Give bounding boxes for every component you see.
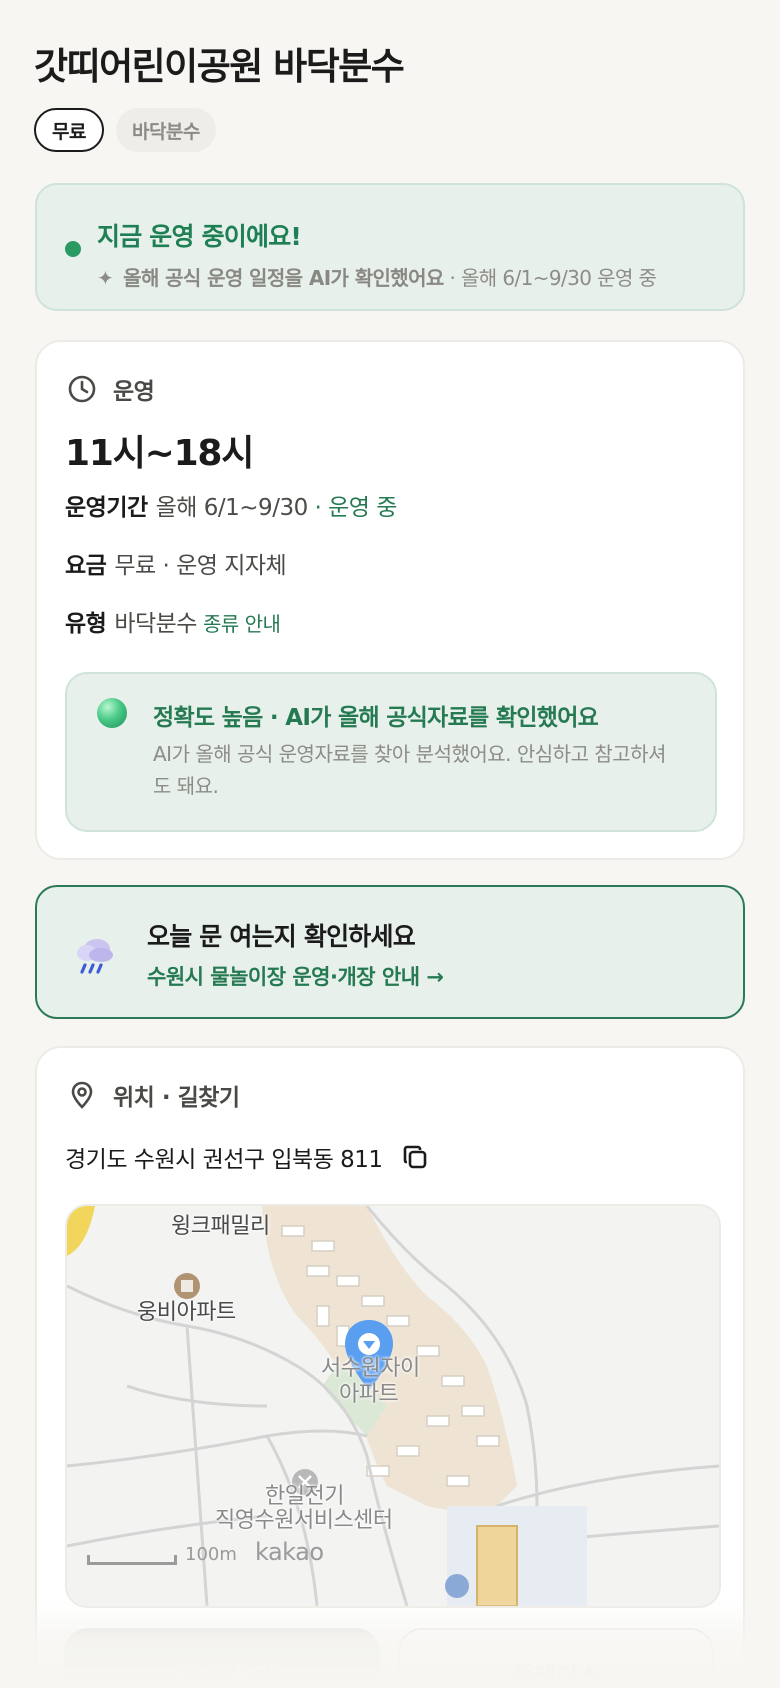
map-label-service: 직영수원서비스센터 (215, 1508, 393, 1533)
place-button-label: 플레이스 (511, 1661, 601, 1688)
map-label-woongbi: 웅비아파트 (137, 1300, 236, 1325)
fee-label: 요금 (65, 553, 107, 579)
period-row: 운영기간 올해 6/1~9/30 · 운영 중 (65, 488, 397, 522)
accuracy-box: 정확도 높음 · AI가 올해 공식자료를 확인했어요 AI가 올해 공식 운영… (65, 672, 717, 832)
route-button-label: 길찾기 (208, 1661, 276, 1688)
place-button[interactable]: 플레이스 (398, 1628, 714, 1688)
status-title: 지금 운영 중이에요! (97, 222, 302, 251)
status-sub-rest: · 올해 6/1~9/30 운영 중 (443, 266, 657, 290)
map-scale: 100m (87, 1544, 237, 1565)
location-header: 위치 · 길찾기 (67, 1078, 240, 1112)
status-card: 지금 운영 중이에요! ✦ 올해 공식 운영 일정을 AI가 확인했어요 · 올해… (35, 183, 745, 311)
fee-value: 무료 · 운영 지자체 (114, 553, 287, 579)
status-subtitle: ✦ 올해 공식 운영 일정을 AI가 확인했어요 · 올해 6/1~9/30 운영… (97, 262, 657, 291)
address-row: 경기도 수원시 권선구 입북동 811 (65, 1140, 429, 1174)
operation-header: 운영 (67, 372, 155, 406)
ai-orb-icon (97, 698, 127, 728)
open-check-title: 오늘 문 여는지 확인하세요 (147, 922, 416, 951)
map-brand: kakao (255, 1538, 324, 1566)
period-label: 운영기간 (65, 495, 148, 521)
location-card: 위치 · 길찾기 경기도 수원시 권선구 입북동 811 윙크패밀리 웅비아파트… (35, 1046, 745, 1688)
type-label: 유형 (65, 611, 107, 637)
navigation-arrow-icon (170, 1661, 194, 1685)
chip-free[interactable]: 무료 (34, 108, 104, 152)
status-sub-bold: 올해 공식 운영 일정을 AI가 확인했어요 (123, 266, 444, 290)
operation-label: 운영 (113, 379, 155, 405)
page: 갓띠어린이공원 바닥분수 무료 바닥분수 지금 운영 중이에요! ✦ 올해 공식 … (0, 0, 780, 1688)
type-value: 바닥분수 (114, 611, 197, 637)
page-title: 갓띠어린이공원 바닥분수 (34, 45, 405, 88)
map-label-wink: 윙크패밀리 (171, 1214, 270, 1239)
period-status: · 운영 중 (307, 495, 398, 521)
rain-cloud-icon (77, 939, 113, 974)
copy-icon[interactable] (401, 1143, 429, 1171)
chip-type[interactable]: 바닥분수 (115, 108, 216, 152)
map-view[interactable]: 윙크패밀리 웅비아파트 서수원자이 아파트 한일전기 직영수원서비스센터 100… (65, 1204, 721, 1608)
route-button[interactable]: 길찾기 (64, 1628, 380, 1688)
open-check-card[interactable]: 오늘 문 여는지 확인하세요 수원시 물놀이장 운영·개장 안내 → (35, 885, 745, 1019)
type-guide-link[interactable]: 종류 안내 (203, 612, 281, 636)
sparkle-icon: ✦ (97, 266, 114, 290)
open-check-link[interactable]: 수원시 물놀이장 운영·개장 안내 → (147, 961, 444, 991)
type-row: 유형 바닥분수 종류 안내 (65, 604, 281, 638)
status-dot-icon (65, 241, 81, 257)
scale-bar (87, 1555, 177, 1565)
accuracy-title: 정확도 높음 · AI가 올해 공식자료를 확인했어요 (153, 705, 599, 731)
accuracy-description: AI가 올해 공식 운영자료를 찾아 분석했어요. 안심하고 참고하셔도 돼요. (153, 742, 666, 798)
operation-card: 운영 11시~18시 운영기간 올해 6/1~9/30 · 운영 중 요금 무료 ·… (35, 340, 745, 860)
map-label-apt: 아파트 (339, 1382, 399, 1407)
clock-icon (68, 375, 96, 403)
location-pin-icon (71, 1081, 93, 1109)
address-text: 경기도 수원시 권선구 입북동 811 (65, 1147, 383, 1173)
fee-row: 요금 무료 · 운영 지자체 (65, 546, 287, 580)
operating-hours: 11시~18시 (65, 433, 254, 474)
scale-label: 100m (185, 1544, 237, 1565)
tag-chips: 무료 바닥분수 (34, 108, 216, 152)
period-value: 올해 6/1~9/30 (155, 495, 309, 521)
location-label: 위치 · 길찾기 (113, 1085, 240, 1111)
